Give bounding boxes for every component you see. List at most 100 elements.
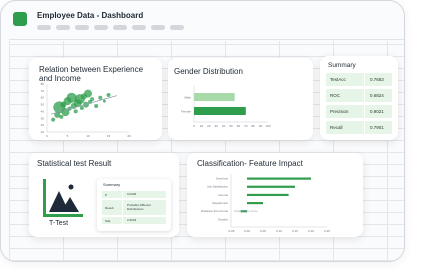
summary-card[interactable]: Summary TestAcc 0.7683 ROC 0.6824 Precis… bbox=[320, 56, 398, 140]
gender-x-tick: 50 bbox=[229, 124, 233, 128]
gender-x-tick: 80 bbox=[252, 124, 256, 128]
ttest-icon-axis-x bbox=[43, 214, 83, 217]
scatter-point bbox=[90, 97, 95, 102]
scatter-x-tick: 0 bbox=[46, 134, 48, 138]
impact-x-tick: 0.10 bbox=[276, 229, 282, 233]
scatter-point bbox=[79, 106, 84, 110]
stat-card-title: Statistical test Result bbox=[37, 159, 112, 168]
impact-x-tick: 0.05 bbox=[260, 229, 266, 233]
scatter-point bbox=[106, 92, 111, 97]
summary-row-testacc: TestAcc 0.7683 bbox=[326, 73, 392, 86]
scatter-point bbox=[59, 114, 64, 119]
summary-row-label: TestAcc bbox=[326, 73, 364, 86]
stat-row-value: 0.0326 bbox=[123, 191, 166, 198]
statistical-test-card[interactable]: Statistical test Result T-Test Summary P… bbox=[29, 153, 179, 237]
summary-row-precision: Precision 0.9021 bbox=[326, 105, 392, 118]
scatter-point bbox=[73, 109, 78, 114]
summary-row-recall: Recall 0.7901 bbox=[326, 121, 392, 134]
scatter-y-tick: 20 bbox=[41, 123, 45, 127]
ttest-icon-axis-y bbox=[43, 179, 46, 217]
stat-summary-table: Summary P 0.0326 Result Probably Differe… bbox=[97, 179, 171, 231]
stat-row-p: P 0.0326 bbox=[102, 191, 166, 198]
menu-item[interactable] bbox=[132, 25, 146, 30]
summary-row-value: 0.6824 bbox=[365, 89, 392, 102]
scatter-x-tick: 20 bbox=[127, 134, 131, 138]
summary-row-value: 0.7901 bbox=[365, 121, 392, 134]
menu-item[interactable] bbox=[37, 25, 51, 30]
menu-bar bbox=[37, 25, 184, 30]
stat-row-label: Stat bbox=[102, 217, 122, 224]
scatter-y-tick: 70 bbox=[41, 89, 45, 93]
impact-category-label: Department bbox=[212, 201, 228, 205]
impact-x-tick: 0.15 bbox=[292, 229, 298, 233]
scatter-point bbox=[84, 89, 92, 98]
menu-item[interactable] bbox=[56, 25, 70, 30]
sheets-app-icon bbox=[13, 12, 27, 26]
scatter-point bbox=[98, 95, 103, 100]
stat-summary-title: Summary bbox=[103, 182, 121, 187]
summary-row-value: 0.7683 bbox=[365, 73, 392, 86]
gender-bar bbox=[194, 107, 246, 115]
menu-item[interactable] bbox=[94, 25, 108, 30]
summary-row-value: 0.9021 bbox=[365, 105, 392, 118]
window-title: Employee Data - Dashboard bbox=[37, 11, 144, 20]
summary-row-label: Recall bbox=[326, 121, 364, 134]
scatter-point bbox=[51, 117, 56, 122]
summary-row-roc: ROC 0.6824 bbox=[326, 89, 392, 102]
menu-item[interactable] bbox=[151, 25, 165, 30]
gender-distribution-card[interactable]: Gender Distribution Male Female 0 10 20 30 40 5… bbox=[168, 58, 313, 140]
impact-annotation: Distance from home bbox=[234, 209, 258, 213]
scatter-y-tick: 60 bbox=[41, 96, 45, 100]
gender-x-tick: 40 bbox=[222, 124, 226, 128]
impact-category-label: Distance from home bbox=[201, 209, 228, 213]
ttest-label: T-Test bbox=[49, 220, 69, 227]
impact-bar bbox=[247, 193, 289, 197]
scatter-y-tick: 10 bbox=[41, 130, 45, 134]
summary-row-label: Precision bbox=[326, 105, 364, 118]
title-divider bbox=[9, 39, 404, 40]
impact-bar bbox=[247, 177, 311, 180]
stat-row-stat: Stat 2.0623 bbox=[102, 217, 166, 224]
summary-title: Summary bbox=[328, 62, 356, 69]
scatter-x-tick: 15 bbox=[107, 134, 111, 138]
stat-row-label: P bbox=[102, 191, 122, 198]
scatter-x-tick: 10 bbox=[86, 134, 90, 138]
scatter-point bbox=[102, 99, 106, 103]
stat-row-value: Probably Different Distributions bbox=[123, 200, 166, 215]
scatter-y-tick: 50 bbox=[41, 103, 45, 107]
impact-bar bbox=[247, 185, 295, 188]
gender-x-tick: 90 bbox=[259, 124, 263, 128]
gender-x-tick: 70 bbox=[244, 124, 248, 128]
stat-row-result: Result Probably Different Distributions bbox=[102, 200, 166, 215]
scatter-y-tick: 40 bbox=[41, 109, 45, 113]
impact-bar bbox=[247, 202, 263, 205]
gender-category-label: Female bbox=[181, 110, 191, 114]
impact-category-label: Job Satisfaction bbox=[207, 185, 229, 189]
stat-row-label: Result bbox=[102, 200, 122, 215]
menu-item[interactable] bbox=[113, 25, 127, 30]
gender-x-tick: 10 bbox=[200, 124, 204, 128]
impact-x-tick: 0.00 bbox=[244, 229, 250, 233]
classification-card[interactable]: Classification- Feature Impact Overtime J… bbox=[187, 153, 363, 237]
scatter-y-tick: 80 bbox=[41, 82, 45, 86]
gender-x-tick: 60 bbox=[237, 124, 241, 128]
impact-category-label: Gender bbox=[218, 217, 228, 221]
gender-x-tick: 0 bbox=[193, 124, 195, 128]
scatter-chart: 80706050403020100 5 10 15 20 bbox=[41, 82, 131, 138]
scatter-y-tick: 30 bbox=[41, 116, 45, 120]
impact-category-label: Overtime bbox=[216, 177, 229, 181]
gender-x-tick: 100 bbox=[265, 124, 270, 128]
ttest-icon-sun bbox=[68, 184, 74, 190]
scatter-x-tick: 5 bbox=[67, 134, 69, 138]
gender-bar bbox=[194, 93, 235, 101]
menu-item[interactable] bbox=[170, 25, 184, 30]
menu-item[interactable] bbox=[75, 25, 89, 30]
gender-category-label: Male bbox=[184, 96, 191, 100]
gender-x-tick: 30 bbox=[215, 124, 219, 128]
impact-x-tick: -0.05 bbox=[228, 229, 235, 233]
class-card-title: Classification- Feature Impact bbox=[197, 159, 303, 168]
impact-x-tick: 0.20 bbox=[308, 229, 314, 233]
gender-card-title: Gender Distribution bbox=[174, 67, 243, 76]
stat-row-value: 2.0623 bbox=[123, 217, 166, 224]
experience-income-card[interactable]: Relation between Experience and Income 8… bbox=[29, 58, 162, 140]
